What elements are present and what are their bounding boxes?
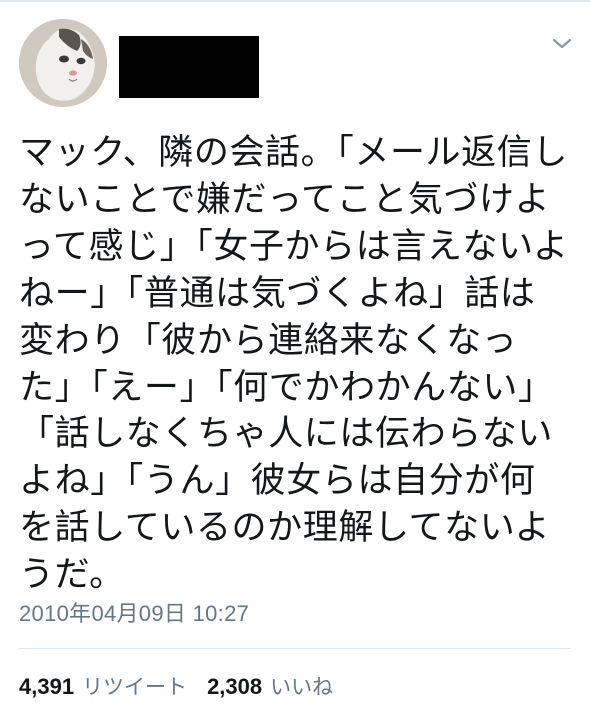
cat-avatar-icon [19, 19, 107, 107]
like-count[interactable]: 2,308 [207, 674, 262, 700]
tweet-menu-button[interactable] [548, 31, 576, 57]
chevron-down-icon [552, 38, 572, 49]
tweet-text: マック、隣の会話。「メール返信しないことで嫌だってこと気づけよって感じ」「女子か… [19, 133, 569, 596]
stats-divider [19, 648, 571, 649]
tweet-timestamp[interactable]: 2010年04月09日 10:27 [19, 596, 249, 628]
tweet-stats: 4,391 リツイート 2,308 いいね [19, 671, 353, 701]
like-label[interactable]: いいね [270, 671, 333, 701]
retweet-label[interactable]: リツイート [82, 671, 187, 701]
top-divider [0, 0, 590, 2]
retweet-count[interactable]: 4,391 [19, 674, 74, 700]
redacted-username [119, 36, 259, 98]
avatar[interactable] [19, 19, 107, 107]
